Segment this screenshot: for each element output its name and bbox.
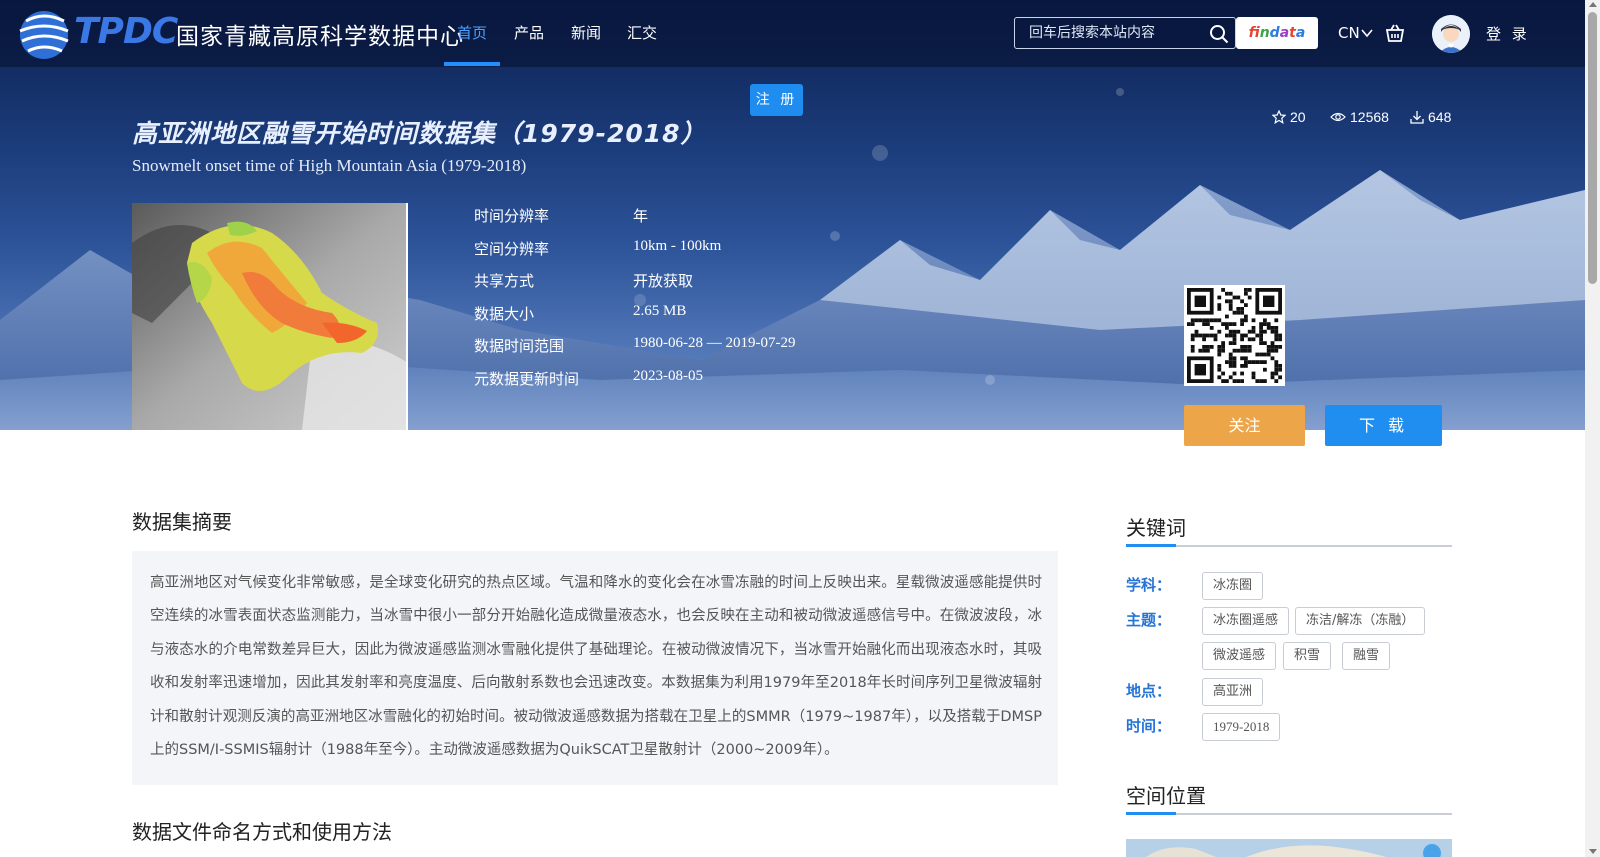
- user-avatar-icon: [1432, 15, 1470, 53]
- keyword-tag[interactable]: 1979-2018: [1202, 713, 1281, 741]
- meta-label-time-range: 数据时间范围: [474, 337, 565, 355]
- meta-value-sharing: 开放获取: [633, 274, 694, 290]
- keyword-label-discipline: 学科：: [1126, 576, 1172, 594]
- keyword-label-time: 时间：: [1126, 717, 1172, 735]
- meta-label-spatial-resolution: 空间分辨率: [474, 240, 550, 258]
- scroll-down-icon[interactable]: [1589, 849, 1597, 854]
- nav-submit[interactable]: 汇交: [627, 22, 657, 43]
- eye-icon: [1330, 112, 1346, 122]
- abstract-text: 高亚洲地区对气候变化非常敏感，是全球变化研究的热点区域。气温和降水的变化会在冰雪…: [150, 575, 1042, 759]
- search-box: [1014, 17, 1236, 49]
- meta-value-spatial-resolution: 10km - 100km: [633, 238, 722, 254]
- keyword-tag[interactable]: 冰冻圈: [1202, 572, 1264, 600]
- views-value: 12568: [1350, 109, 1389, 125]
- views-count: 12568: [1330, 109, 1389, 125]
- scroll-up-icon[interactable]: [1589, 2, 1597, 7]
- nav-products[interactable]: 产品: [514, 22, 544, 43]
- keywords-heading: 关键词: [1126, 516, 1186, 540]
- dataset-title-cn: 高亚洲地区融雪开始时间数据集（1979-2018）: [132, 119, 707, 148]
- keyword-tag[interactable]: 冻洁/解冻（冻融）: [1295, 607, 1426, 635]
- nav-news[interactable]: 新闻: [571, 22, 601, 43]
- language-selector[interactable]: CN: [1338, 24, 1360, 42]
- spatial-divider-accent: [1126, 812, 1176, 815]
- keyword-tag[interactable]: 积雪: [1283, 642, 1332, 670]
- meta-label-data-size: 数据大小: [474, 305, 535, 323]
- nav-active-indicator: [444, 62, 500, 66]
- keyword-tag[interactable]: 高亚洲: [1202, 678, 1264, 706]
- spatial-map[interactable]: [1126, 839, 1452, 857]
- qr-code: [1184, 285, 1285, 386]
- downloads-count: 648: [1410, 109, 1451, 125]
- register-button[interactable]: 注 册: [750, 84, 803, 116]
- meta-value-temporal-resolution: 年: [633, 209, 649, 225]
- favorites-value: 20: [1290, 109, 1306, 125]
- meta-label-updated: 元数据更新时间: [474, 370, 580, 388]
- page-scrollbar[interactable]: [1585, 0, 1600, 857]
- abstract-box: 高亚洲地区对气候变化非常敏感，是全球变化研究的热点区域。气温和降水的变化会在冰雪…: [132, 551, 1058, 785]
- avatar[interactable]: [1432, 15, 1470, 53]
- keyword-label-theme: 主题：: [1126, 611, 1172, 629]
- keyword-tag[interactable]: 微波遥感: [1202, 642, 1277, 670]
- login-link[interactable]: 登 录: [1486, 23, 1530, 44]
- keyword-tag[interactable]: 冰冻圈遥感: [1202, 607, 1290, 635]
- meta-value-time-range: 1980-06-28 — 2019-07-29: [633, 335, 796, 351]
- findata-button[interactable]: findata: [1236, 17, 1318, 49]
- file-naming-heading: 数据文件命名方式和使用方法: [132, 820, 392, 844]
- nav-home[interactable]: 首页: [457, 22, 487, 43]
- download-button[interactable]: 下 载: [1325, 405, 1442, 446]
- site-name[interactable]: 国家青藏高原科学数据中心: [176, 17, 464, 51]
- snowmelt-map-image: [132, 203, 406, 430]
- keyword-label-location: 地点：: [1126, 682, 1172, 700]
- meta-value-updated: 2023-08-05: [633, 368, 703, 384]
- follow-button[interactable]: 关注: [1184, 405, 1305, 446]
- top-navigation: TPDC 国家青藏高原科学数据中心 首页 产品 新闻 汇交 findata fi…: [0, 0, 1585, 67]
- abstract-heading: 数据集摘要: [132, 510, 232, 534]
- map-image: [1126, 839, 1452, 857]
- qr-code-icon: [1187, 288, 1282, 383]
- meta-value-data-size: 2.65 MB: [633, 303, 687, 319]
- spatial-heading: 空间位置: [1126, 784, 1206, 808]
- cart-icon[interactable]: [1384, 22, 1406, 44]
- dataset-title-en: Snowmelt onset time of High Mountain Asi…: [132, 156, 527, 175]
- meta-label-sharing: 共享方式: [474, 272, 535, 290]
- logo-wordmark[interactable]: TPDC: [74, 11, 178, 52]
- meta-label-temporal-resolution: 时间分辨率: [474, 207, 550, 225]
- download-icon: [1410, 111, 1424, 124]
- search-icon[interactable]: [1209, 24, 1229, 44]
- downloads-value: 648: [1428, 109, 1452, 125]
- keywords-divider-accent: [1126, 544, 1176, 547]
- keyword-tag[interactable]: 融雪: [1342, 642, 1391, 670]
- star-icon: [1271, 109, 1287, 125]
- search-input[interactable]: [1029, 18, 1199, 48]
- scrollbar-thumb[interactable]: [1588, 12, 1597, 284]
- favorites-count[interactable]: 20: [1271, 109, 1306, 125]
- dataset-thumbnail[interactable]: [132, 203, 408, 430]
- tpdc-globe-logo-icon[interactable]: [14, 3, 74, 63]
- chevron-down-icon[interactable]: [1360, 26, 1374, 40]
